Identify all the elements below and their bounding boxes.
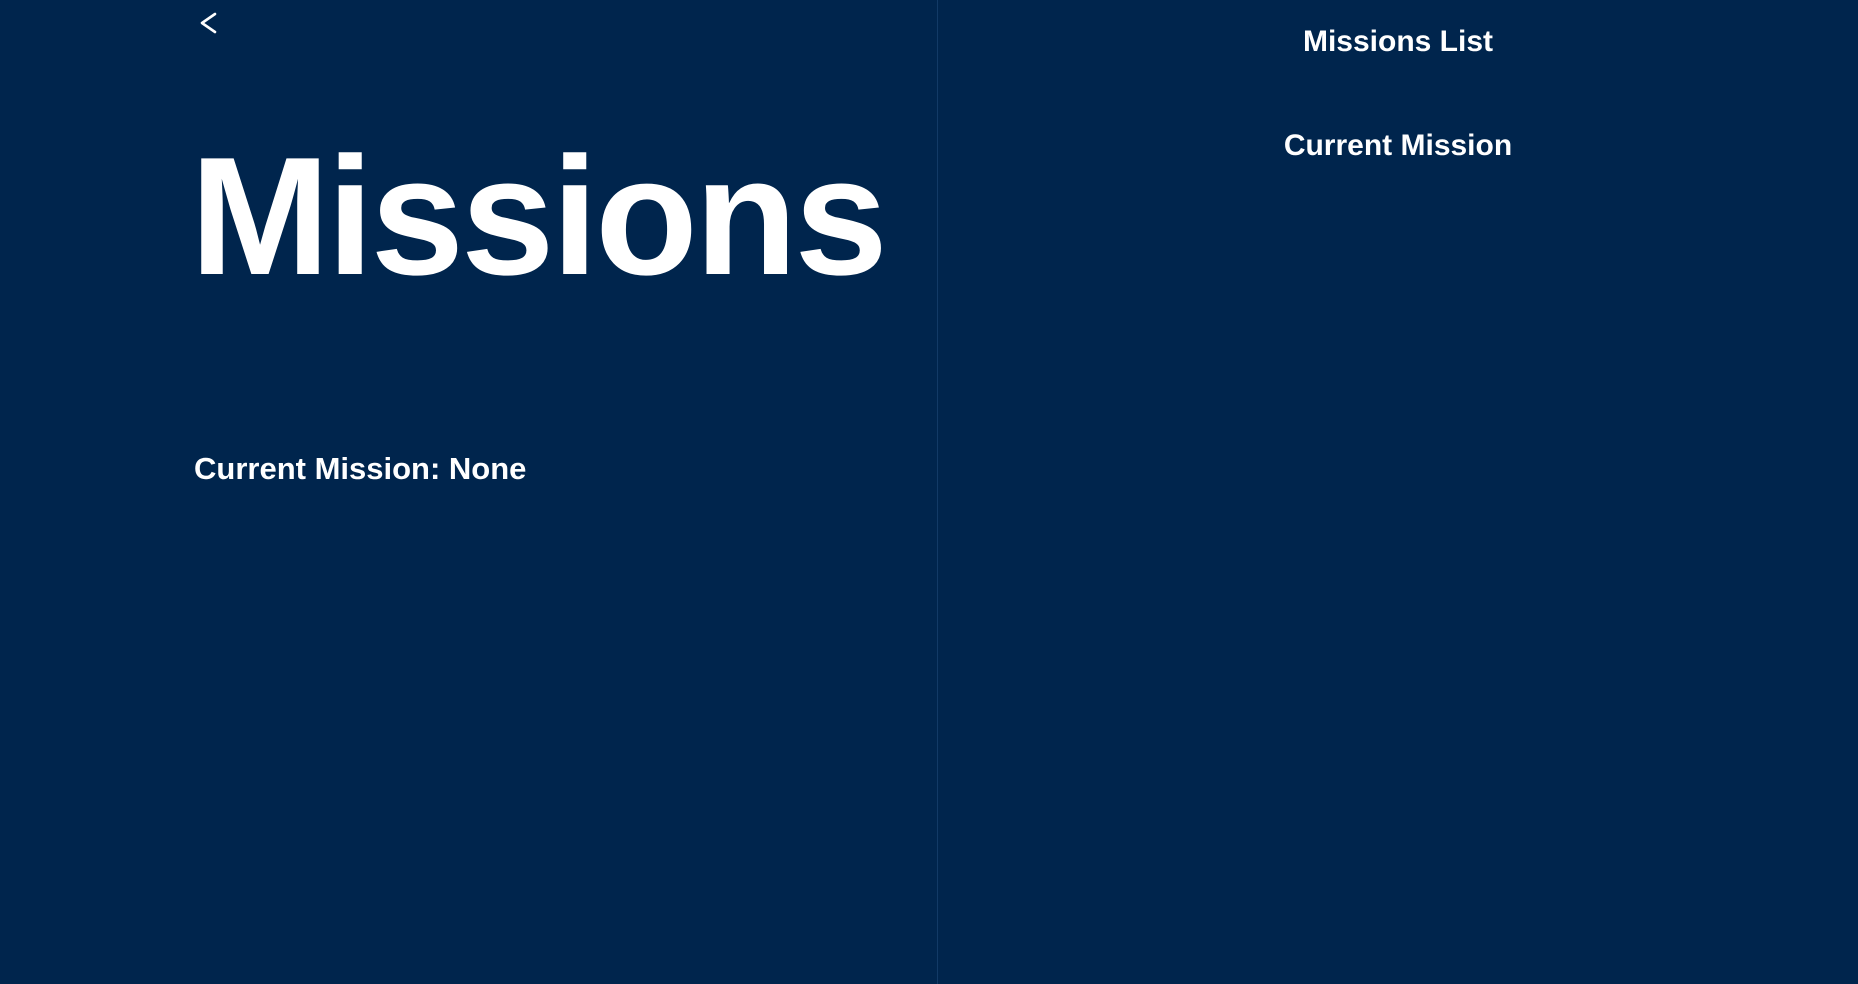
current-mission-status: Current Mission: None	[194, 451, 527, 486]
page-title: Missions	[190, 122, 888, 310]
missions-main-panel: Missions Current Mission: None	[0, 0, 937, 984]
back-button[interactable]	[194, 6, 222, 40]
missions-screen: Missions Current Mission: None Missions …	[0, 0, 1858, 984]
chevron-left-icon	[197, 10, 219, 36]
missions-list-heading: Missions List	[1302, 25, 1494, 58]
missions-side-panel: Missions List Current Mission	[938, 0, 1858, 984]
current-mission-heading: Current Mission	[1283, 129, 1513, 162]
